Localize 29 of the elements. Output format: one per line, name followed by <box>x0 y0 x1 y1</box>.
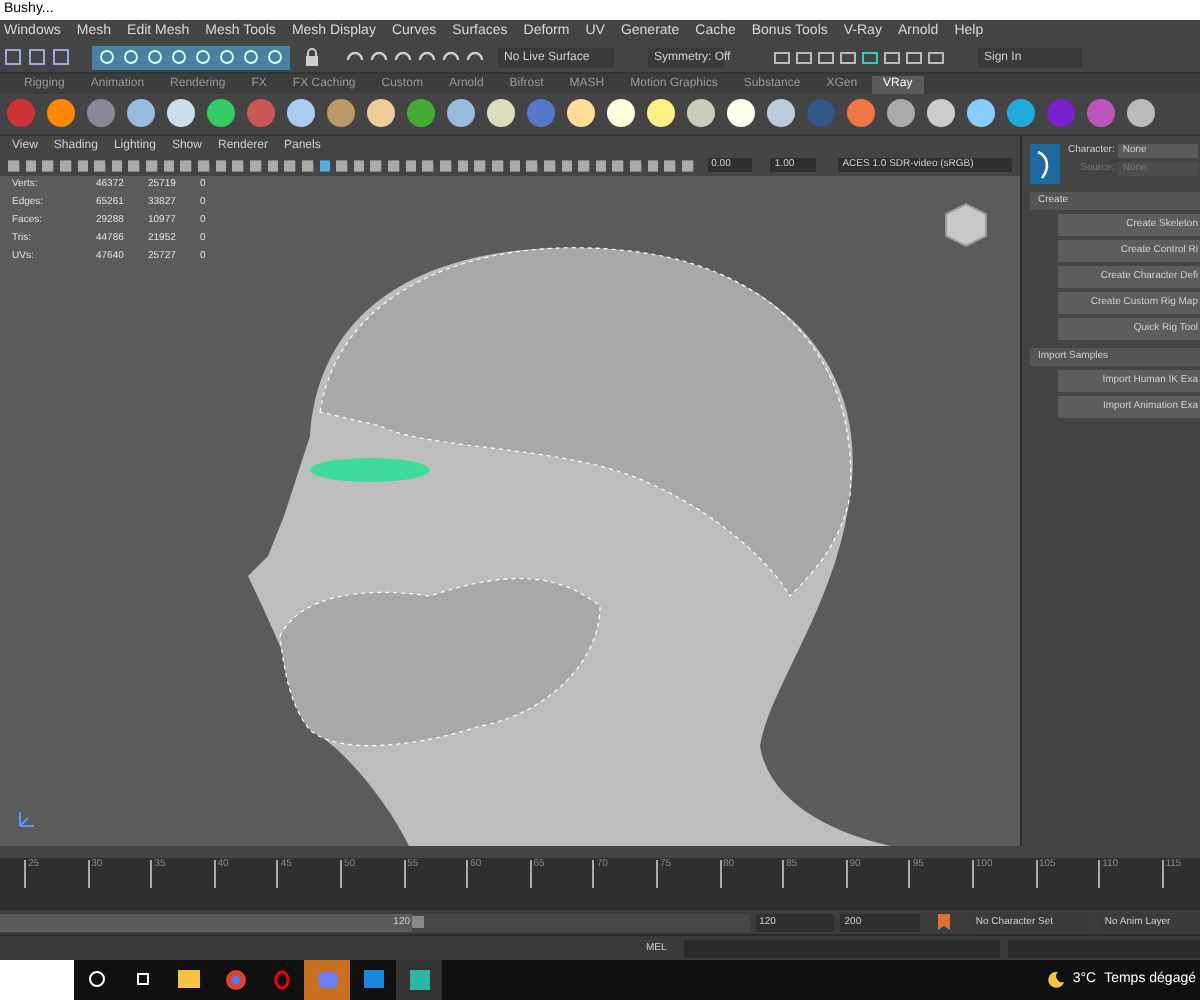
shelf-tool-icon[interactable] <box>604 96 638 131</box>
lock-icon[interactable] <box>304 48 320 67</box>
shelf-tool-icon[interactable] <box>564 96 598 131</box>
shelf-tool-icon[interactable] <box>164 96 198 131</box>
eyebrow-selection-drawing <box>310 457 430 482</box>
shelf-tool-icon[interactable] <box>964 96 998 131</box>
shelf-tool-icon[interactable] <box>684 96 718 131</box>
shelf-tool-icon[interactable] <box>724 96 758 131</box>
shelf-tool-icon[interactable] <box>644 96 678 131</box>
moon-icon <box>1048 971 1065 988</box>
taskbar-search-field[interactable] <box>0 959 74 1000</box>
shelf-tool-icon[interactable] <box>204 96 238 131</box>
axis-indicator-icon[interactable] <box>16 810 36 831</box>
search-icon[interactable] <box>88 970 106 989</box>
shelf-tool-icon[interactable] <box>444 96 478 131</box>
view-cube-icon[interactable] <box>940 199 992 248</box>
shelf-tool-icon[interactable] <box>44 96 78 131</box>
range-handle[interactable] <box>412 916 425 929</box>
shelf-tool-icon[interactable] <box>1124 96 1158 131</box>
shelf-tool-icon[interactable] <box>884 96 918 131</box>
shelf-tool-icon[interactable] <box>364 96 398 131</box>
shelf-tool-icon[interactable] <box>484 96 518 131</box>
shelf-tool-icon[interactable] <box>284 96 318 131</box>
shelf-tool-icon[interactable] <box>764 96 798 131</box>
command-field[interactable] <box>684 939 1001 957</box>
shelf-tool-icon[interactable] <box>924 96 958 131</box>
task-view-icon[interactable] <box>134 970 152 989</box>
shelf-tool-icon[interactable] <box>124 96 158 131</box>
bookmark-icon[interactable] <box>937 914 950 931</box>
